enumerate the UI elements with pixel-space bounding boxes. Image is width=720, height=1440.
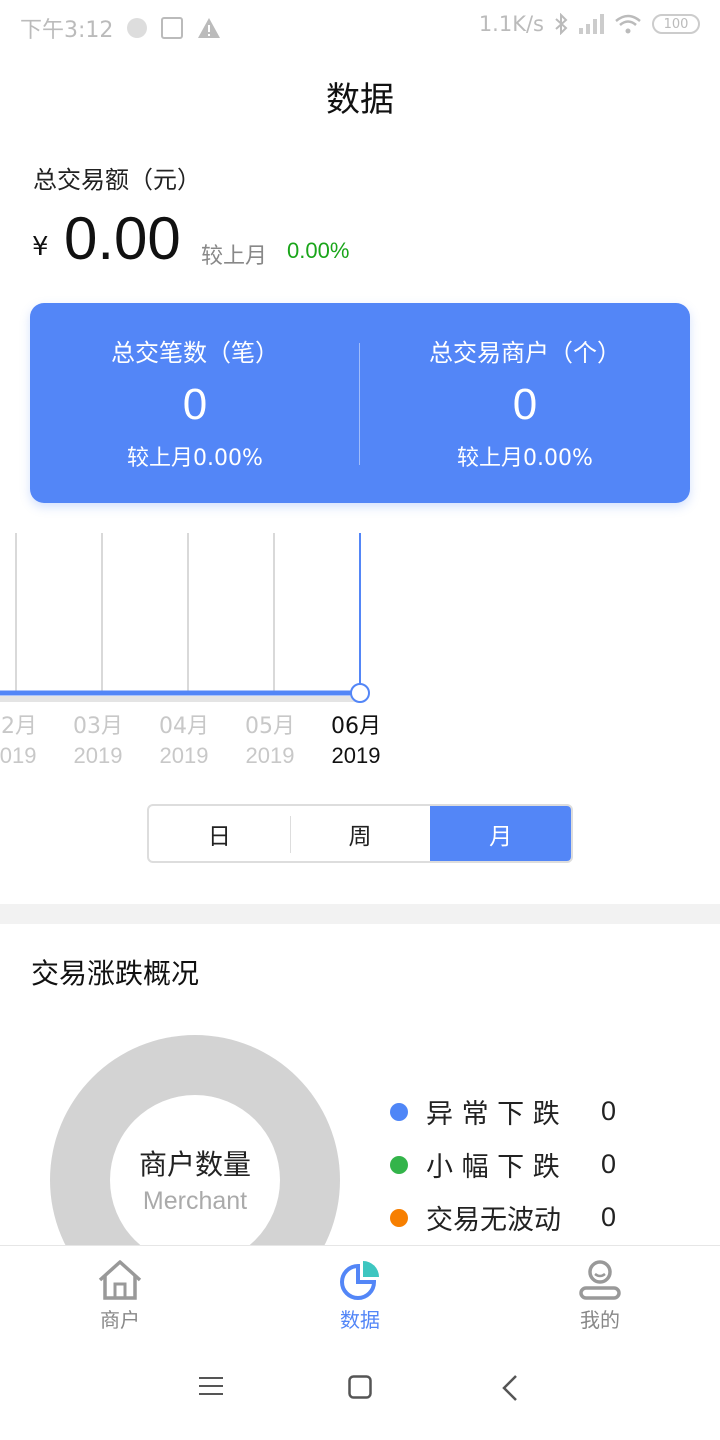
x-month-label: 02月 [0, 714, 37, 739]
nav-label: 我的 [580, 1308, 620, 1332]
month-compare-label: 较上月 [201, 244, 268, 269]
section-separator [0, 904, 720, 924]
legend-item: 小 幅 下 跌 0 [390, 1138, 650, 1191]
x-month-label: 05月 [245, 714, 295, 739]
stats-card: 总交笔数（笔） 0 较上月0.00% 总交易商户（个） 0 较上月0.00% [30, 303, 690, 503]
x-year-label: 2019 [246, 743, 295, 768]
total-amount-label: 总交易额（元） [33, 166, 201, 194]
data-point-marker [350, 683, 370, 703]
transaction-count-compare: 较上月0.00% [127, 446, 263, 471]
x-month-label: 04月 [159, 714, 209, 739]
home-icon [98, 1260, 142, 1300]
home-square-icon[interactable] [348, 1375, 372, 1399]
tab-week[interactable]: 周 [289, 806, 431, 861]
x-month-label: 03月 [73, 714, 123, 739]
status-right: 1.1K/s 100 [479, 12, 700, 36]
donut-hole: 商户数量 Merchant [110, 1095, 280, 1265]
nav-label: 商户 [100, 1308, 140, 1332]
legend-dot-icon [390, 1208, 408, 1227]
period-selector[interactable]: 日 周 月 [147, 804, 573, 863]
currency-symbol: ¥ [32, 232, 49, 262]
trend-chart[interactable]: 02月 2019 03月 2019 04月 2019 05月 2019 06月 2019 [0, 525, 720, 775]
legend-value: 0 [601, 1149, 617, 1179]
legend-label: 小 幅 下 跌 [426, 1152, 560, 1183]
nav-item-mine[interactable]: 我的 [480, 1246, 720, 1340]
legend-value: 0 [601, 1202, 617, 1232]
profile-icon [579, 1260, 621, 1300]
nav-item-data[interactable]: 数据 [240, 1246, 480, 1340]
x-year-label: 2019 [0, 743, 36, 768]
pie-chart-icon [340, 1261, 379, 1300]
warning-icon [198, 18, 221, 38]
page-title: 数据 [326, 80, 394, 120]
tab-day[interactable]: 日 [149, 806, 290, 861]
total-amount-value: 0.00 [64, 205, 181, 272]
donut-center-label: 商户数量 [138, 1148, 251, 1181]
battery-icon: 100 [652, 14, 700, 34]
bluetooth-icon [555, 13, 568, 35]
trend-chart-svg[interactable]: 02月 2019 03月 2019 04月 2019 05月 2019 06月 2019 [0, 525, 720, 775]
donut-sub-label: Merchant [142, 1187, 248, 1215]
back-icon[interactable] [502, 1375, 518, 1401]
legend-item: 交易无波动 0 [390, 1191, 650, 1244]
merchant-count-title: 总交易商户（个） [429, 339, 621, 367]
bottom-nav: 商户 数据 我的 [0, 1245, 720, 1340]
legend-value: 0 [601, 1096, 617, 1126]
legend-dot-icon [390, 1102, 408, 1121]
fluctuation-legend: 异 常 下 跌 0 小 幅 下 跌 0 交易无波动 0 [390, 1085, 650, 1244]
legend-item: 异 常 下 跌 0 [390, 1085, 650, 1138]
merchant-count-panel: 总交易商户（个） 0 较上月0.00% [360, 303, 690, 503]
x-year-label: 2019 [332, 743, 381, 768]
nav-label: 数据 [340, 1308, 380, 1332]
x-month-label: 06月 [331, 714, 381, 739]
legend-label: 异 常 下 跌 [426, 1099, 560, 1130]
status-left: 下午3:12 [20, 12, 221, 44]
transaction-count-panel: 总交笔数（笔） 0 较上月0.00% [30, 303, 360, 503]
nav-item-merchant[interactable]: 商户 [0, 1246, 240, 1340]
merchant-count-value: 0 [512, 380, 538, 429]
wifi-icon [615, 14, 641, 34]
legend-dot-icon [390, 1155, 408, 1174]
network-speed: 1.1K/s [478, 12, 544, 36]
legend-label: 交易无波动 [426, 1205, 561, 1236]
x-year-label: 2019 [160, 743, 209, 768]
status-bar: 下午3:12 1.1K/s 100 [0, 0, 720, 52]
signal-icon [579, 14, 604, 34]
menu-icon[interactable] [199, 1375, 223, 1397]
merchant-count-compare: 较上月0.00% [457, 446, 593, 471]
upload-icon [161, 17, 184, 39]
system-nav-bar [0, 1340, 720, 1440]
transaction-count-value: 0 [182, 380, 208, 429]
month-compare-value: 0.00% [287, 238, 350, 263]
circle-icon [127, 18, 148, 38]
status-time: 下午3:12 [20, 18, 114, 43]
tab-month[interactable]: 月 [430, 806, 571, 861]
x-year-label: 2019 [74, 743, 123, 768]
transaction-count-title: 总交笔数（笔） [111, 339, 279, 367]
fluctuation-title: 交易涨跌概况 [31, 957, 200, 990]
